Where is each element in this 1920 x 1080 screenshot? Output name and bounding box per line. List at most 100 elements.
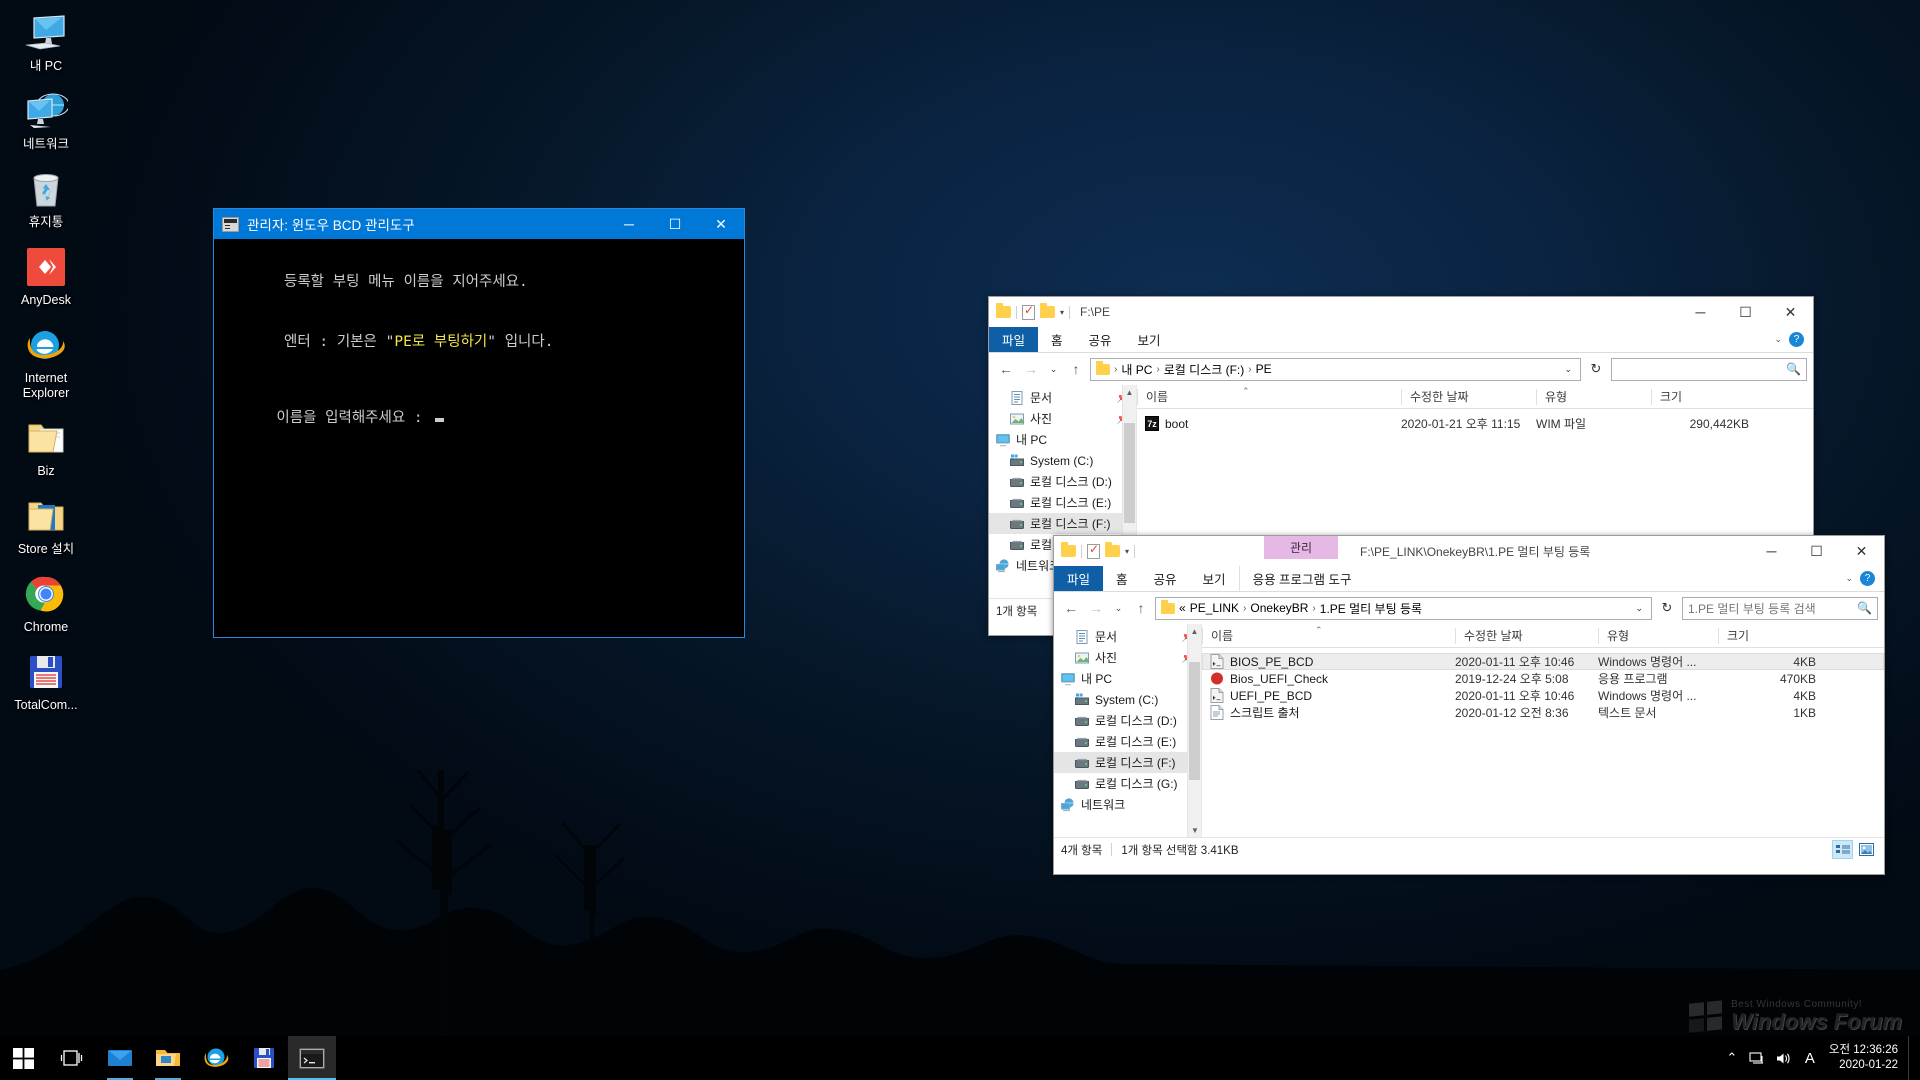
chevron-down-icon[interactable]: ▾ — [1060, 308, 1064, 317]
taskbar-file-explorer[interactable] — [144, 1036, 192, 1080]
maximize-button[interactable]: ☐ — [1723, 297, 1768, 327]
refresh-button[interactable]: ↻ — [1655, 600, 1679, 616]
sidebar-item-my-pc[interactable]: 내 PC — [1054, 668, 1201, 689]
table-row[interactable]: UEFI_PE_BCD 2020-01-11 오후 10:46 Windows 명령… — [1202, 687, 1884, 704]
minimize-button[interactable]: ─ — [606, 209, 652, 239]
breadcrumb-overflow[interactable]: « — [1179, 601, 1186, 615]
address-bar[interactable]: « PE_LINK › OnekeyBR › 1.PE 멀티 부팅 등록 ⌄ — [1155, 596, 1652, 620]
tab-share[interactable]: 공유 — [1076, 327, 1125, 352]
desktop-icon-network[interactable]: 네트워크 — [0, 88, 92, 152]
up-button[interactable]: ↑ — [1065, 357, 1087, 381]
chevron-down-icon[interactable]: ⌄ — [1774, 334, 1782, 345]
scroll-up-icon[interactable]: ▲ — [1123, 385, 1136, 399]
tab-view[interactable]: 보기 — [1190, 566, 1239, 591]
column-name[interactable]: 이름 — [1137, 388, 1401, 405]
up-button[interactable]: ↑ — [1130, 596, 1152, 620]
column-size[interactable]: 크기 — [1718, 627, 1828, 644]
chevron-down-icon[interactable]: ▾ — [1125, 547, 1129, 556]
search-input[interactable]: 🔍 — [1611, 357, 1807, 381]
sidebar-item-drive[interactable]: 로컬 디스크 (E:) — [989, 492, 1136, 513]
properties-icon[interactable] — [1087, 542, 1100, 559]
cell-name[interactable]: Bios_UEFI_Check — [1202, 671, 1455, 686]
column-type[interactable]: 유형 — [1598, 627, 1718, 644]
desktop-icon-chrome[interactable]: Chrome — [0, 571, 92, 635]
navigation-bar[interactable]: ← → ⌄ ↑ › 내 PC › 로컬 디스크 (F:) › PE ⌄ ↻ 🔍 — [989, 353, 1813, 385]
help-icon[interactable]: ? — [1789, 332, 1804, 347]
sidebar-item-drive[interactable]: 로컬 디스크 (F:) — [1054, 752, 1201, 773]
close-button[interactable]: ✕ — [698, 209, 744, 239]
system-tray[interactable]: ⌃ A 오전 12:36:26 2020-01-22 — [1719, 1036, 1920, 1080]
minimize-button[interactable]: ─ — [1678, 297, 1723, 327]
scroll-down-icon[interactable]: ▼ — [1188, 823, 1201, 837]
column-name[interactable]: 이름 — [1202, 627, 1455, 644]
taskbar-app-blue[interactable] — [96, 1036, 144, 1080]
sidebar-item-network[interactable]: 네트워크 — [1054, 794, 1201, 815]
ribbon-tabs[interactable]: 파일 홈 공유 보기 응용 프로그램 도구 ⌄ ? — [1054, 566, 1884, 592]
file-rows[interactable]: BIOS_PE_BCD 2020-01-11 오후 10:46 Windows 명령… — [1202, 648, 1884, 721]
desktop-icon-my-pc[interactable]: 내 PC — [0, 10, 92, 74]
cell-name[interactable]: BIOS_PE_BCD — [1202, 654, 1455, 669]
sidebar-item-drive[interactable]: 로컬 디스크 (D:) — [989, 471, 1136, 492]
tray-expand-chevron-icon[interactable]: ⌃ — [1719, 1036, 1745, 1080]
task-view-button[interactable] — [48, 1036, 96, 1080]
column-headers[interactable]: ⌃ 이름 수정한 날짜 유형 크기 — [1137, 385, 1813, 409]
breadcrumb-item[interactable]: 1.PE 멀티 부팅 등록 — [1320, 600, 1422, 617]
taskbar-clock[interactable]: 오전 12:36:26 2020-01-22 — [1823, 1043, 1908, 1073]
navigation-bar[interactable]: ← → ⌄ ↑ « PE_LINK › OnekeyBR › 1.PE 멀티 부… — [1054, 592, 1884, 624]
file-list-pane[interactable]: ⌃ 이름 수정한 날짜 유형 크기 BIOS_PE_BCD 2020-01-11 … — [1202, 624, 1884, 837]
breadcrumb-item[interactable]: OnekeyBR — [1250, 601, 1308, 615]
column-type[interactable]: 유형 — [1536, 388, 1651, 405]
desktop-icon-total-commander[interactable]: TotalCom... — [0, 649, 92, 713]
breadcrumb-item[interactable]: 내 PC — [1121, 361, 1152, 378]
desktop-icon-biz[interactable]: Biz — [0, 415, 92, 479]
ribbon-tabs[interactable]: 파일 홈 공유 보기 ⌄ ? — [989, 327, 1813, 353]
titlebar[interactable]: ▾ F:\PE ─ ☐ ✕ — [989, 297, 1813, 327]
desktop-icon-recycle-bin[interactable]: 휴지통 — [0, 166, 92, 230]
breadcrumb-item[interactable]: PE_LINK — [1190, 601, 1239, 615]
cell-name[interactable]: UEFI_PE_BCD — [1202, 688, 1455, 703]
cell-name[interactable]: 7z boot — [1137, 416, 1401, 431]
sidebar-item-document[interactable]: 문서📌 — [1054, 626, 1201, 647]
search-input[interactable]: 1.PE 멀티 부팅 등록 검색 🔍 — [1682, 596, 1878, 620]
file-rows[interactable]: 7z boot 2020-01-21 오후 11:15 WIM 파일 290,442KB — [1137, 409, 1813, 432]
cell-name[interactable]: 스크립트 출처 — [1202, 704, 1455, 721]
network-tray-icon[interactable] — [1745, 1036, 1771, 1080]
column-size[interactable]: 크기 — [1651, 388, 1761, 405]
taskbar-command-prompt[interactable] — [288, 1036, 336, 1080]
tab-file[interactable]: 파일 — [1054, 566, 1104, 591]
window-controls[interactable]: ─ ☐ ✕ — [1749, 536, 1884, 566]
taskbar-total-commander[interactable] — [240, 1036, 288, 1080]
scroll-up-icon[interactable]: ▲ — [1188, 624, 1201, 638]
ime-indicator[interactable]: A — [1797, 1036, 1823, 1080]
table-row[interactable]: 스크립트 출처 2020-01-12 오전 8:36 텍스트 문서 1KB — [1202, 704, 1884, 721]
desktop-icon-anydesk[interactable]: AnyDesk — [0, 244, 92, 308]
maximize-button[interactable]: ☐ — [1794, 536, 1839, 566]
desktop-icon-store-install[interactable]: Store 설치 — [0, 493, 92, 557]
sidebar-item-document[interactable]: 문서📌 — [989, 387, 1136, 408]
new-folder-icon[interactable] — [1105, 542, 1120, 557]
column-date[interactable]: 수정한 날짜 — [1455, 627, 1598, 644]
address-dropdown-icon[interactable]: ⌄ — [1629, 603, 1649, 614]
breadcrumb-item[interactable]: 로컬 디스크 (F:) — [1164, 361, 1245, 378]
sidebar-item-drive[interactable]: 로컬 디스크 (E:) — [1054, 731, 1201, 752]
show-desktop-button[interactable] — [1908, 1036, 1916, 1080]
taskbar[interactable]: ⌃ A 오전 12:36:26 2020-01-22 — [0, 1036, 1920, 1080]
new-folder-icon[interactable] — [1040, 303, 1055, 318]
help-icon[interactable]: ? — [1860, 571, 1875, 586]
sidebar-scrollbar[interactable]: ▲▼ — [1187, 624, 1201, 837]
console-output[interactable]: 등록할 부팅 메뉴 이름을 지어주세요. 엔터 : 기본은 "PE로 부팅하기"… — [214, 239, 744, 463]
volume-tray-icon[interactable] — [1771, 1036, 1797, 1080]
close-button[interactable]: ✕ — [1839, 536, 1884, 566]
table-row[interactable]: 7z boot 2020-01-21 오후 11:15 WIM 파일 290,442KB — [1137, 415, 1813, 432]
close-button[interactable]: ✕ — [1768, 297, 1813, 327]
forward-button[interactable]: → — [1020, 357, 1042, 381]
sidebar-item-my-pc[interactable]: 내 PC — [989, 429, 1136, 450]
sidebar-item-pictures[interactable]: 사진📌 — [1054, 647, 1201, 668]
table-row[interactable]: BIOS_PE_BCD 2020-01-11 오후 10:46 Windows 명령… — [1202, 653, 1884, 670]
tab-share[interactable]: 공유 — [1141, 566, 1190, 591]
recent-locations-button[interactable]: ⌄ — [1110, 596, 1127, 620]
tab-application-tools[interactable]: 응용 프로그램 도구 — [1238, 566, 1365, 591]
sidebar-item-pictures[interactable]: 사진📌 — [989, 408, 1136, 429]
details-view-button[interactable] — [1832, 840, 1853, 859]
table-row[interactable]: Bios_UEFI_Check 2019-12-24 오후 5:08 응용 프로그램… — [1202, 670, 1884, 687]
